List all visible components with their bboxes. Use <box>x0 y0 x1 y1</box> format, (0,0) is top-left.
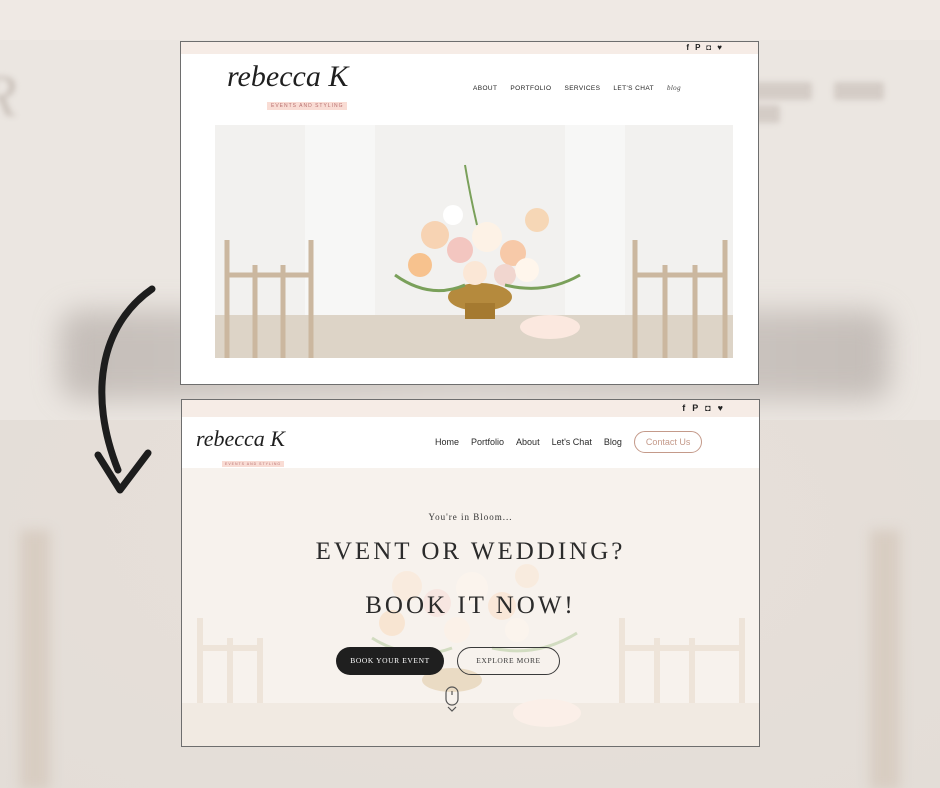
nav-portfolio[interactable]: Portfolio <box>471 437 504 447</box>
facebook-icon[interactable]: f <box>686 43 689 53</box>
book-your-event-button[interactable]: BOOK YOUR EVENT <box>336 647 444 675</box>
nav-home[interactable]: Home <box>435 437 459 447</box>
background-top-band <box>0 0 940 40</box>
background-nav-blur <box>750 82 940 123</box>
scroll-down-icon[interactable] <box>444 686 460 712</box>
hero-image <box>215 125 733 358</box>
logo-tagline: EVENTS AND STYLING <box>267 102 348 110</box>
hero-buttons: BOOK YOUR EVENT EXPLORE MORE <box>336 647 560 675</box>
site-logo[interactable]: rebecca K EVENTS AND STYLING <box>227 60 348 112</box>
nav-services[interactable]: SERVICES <box>564 85 600 92</box>
website-after-screenshot: f P ◘ ♥ rebecca K EVENTS AND STYLING Hom… <box>181 399 760 747</box>
nav-blog[interactable]: Blog <box>604 437 622 447</box>
logo-script: rebecca K <box>227 60 349 93</box>
curved-arrow-icon <box>94 285 156 494</box>
main-nav: ABOUT PORTFOLIO SERVICES LET'S CHAT blog <box>473 84 681 92</box>
site-logo[interactable]: rebecca K EVENTS AND STYLING <box>196 426 285 470</box>
hero-pretitle: You're in Bloom... <box>428 512 513 522</box>
instagram-icon[interactable]: ◘ <box>705 403 710 413</box>
logo-script: rebecca K <box>196 426 285 451</box>
twitter-icon[interactable]: ♥ <box>717 43 722 53</box>
twitter-icon[interactable]: ♥ <box>718 403 723 413</box>
nav-lets-chat[interactable]: LET'S CHAT <box>613 85 654 92</box>
explore-more-button[interactable]: EXPLORE MORE <box>457 647 560 675</box>
logo-tagline: EVENTS AND STYLING <box>222 461 285 467</box>
background-chair-post <box>20 530 50 788</box>
hero-title-line2: BOOK IT NOW! <box>365 592 576 619</box>
main-nav: Home Portfolio About Let's Chat Blog Con… <box>435 431 703 453</box>
nav-blog[interactable]: blog <box>667 84 681 92</box>
contact-us-button[interactable]: Contact Us <box>633 431 703 453</box>
top-bar: f P ◘ ♥ <box>181 42 758 54</box>
pinterest-icon[interactable]: P <box>695 43 700 53</box>
social-links: f P ◘ ♥ <box>686 43 722 53</box>
nav-about[interactable]: ABOUT <box>473 85 497 92</box>
website-before-screenshot: f P ◘ ♥ rebecca K EVENTS AND STYLING ABO… <box>180 41 759 385</box>
nav-about[interactable]: About <box>516 437 540 447</box>
nav-portfolio[interactable]: PORTFOLIO <box>510 85 551 92</box>
instagram-icon[interactable]: ◘ <box>706 43 711 53</box>
background-chair-post <box>870 530 900 788</box>
pinterest-icon[interactable]: P <box>692 403 698 413</box>
hero-title-line1: EVENT OR WEDDING? <box>315 538 626 565</box>
top-bar: f P ◘ ♥ <box>182 400 759 417</box>
facebook-icon[interactable]: f <box>682 403 685 413</box>
floral-table-illustration <box>215 125 733 358</box>
nav-lets-chat[interactable]: Let's Chat <box>552 437 592 447</box>
hero-section: You're in Bloom... EVENT OR WEDDING? BOO… <box>182 468 759 746</box>
social-links: f P ◘ ♥ <box>682 403 723 413</box>
background-logo-blur: R <box>0 62 130 132</box>
